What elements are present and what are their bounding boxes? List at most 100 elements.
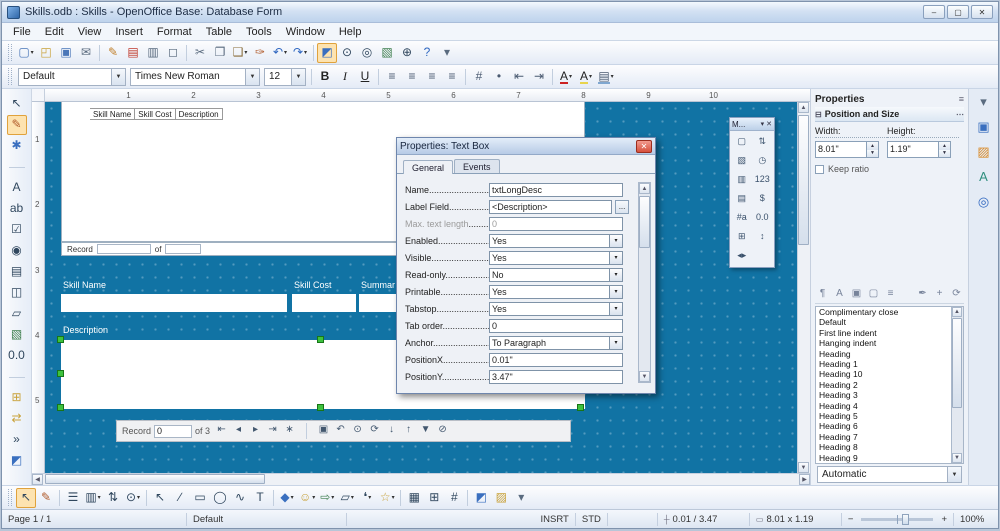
dropdown-arrow-icon[interactable]: ▾ [609,252,622,264]
decrease-indent-icon[interactable]: ⇤ ▾ [509,67,529,87]
dialog-tab[interactable]: Events [454,159,500,173]
redo-icon[interactable]: ↷ ▾ [290,43,310,63]
property-control[interactable]: <Description> ▾ [489,200,612,214]
skill-name-field[interactable] [61,294,287,312]
highlight-color-icon[interactable]: A ▾ [576,67,596,87]
snap-to-grid-icon[interactable]: ⊞ ▾ [424,488,444,508]
undo-data-icon[interactable]: ↶ ▾ [332,423,349,440]
style-list-item[interactable]: Heading [816,349,951,359]
toolbar-grip[interactable] [8,44,12,61]
resize-handle[interactable] [317,404,324,411]
record-number-input[interactable] [97,244,151,254]
collapse-icon[interactable]: ⊟ [815,110,822,119]
add-field-icon[interactable]: ▥ ▾ [83,488,103,508]
page-style-indicator[interactable]: Default [187,513,347,526]
property-control[interactable]: Yes ▾ [489,234,623,248]
ellipsis-button[interactable]: ... [615,200,629,214]
chevron-down-icon[interactable]: ▼ [245,69,259,85]
sort-descending-icon[interactable]: ↑ ▾ [400,423,417,440]
export-pdf-icon[interactable]: ▤ ▾ [123,43,143,63]
resize-handle[interactable] [577,404,584,411]
style-list-item[interactable]: Heading 6 [816,421,951,431]
menu-item[interactable]: Tools [239,25,279,39]
edit-file-icon[interactable]: ✎ ▾ [103,43,123,63]
character-styles-icon[interactable]: A [832,288,847,303]
format-paintbrush-icon[interactable]: ✑ ▾ [250,43,270,63]
scroll-up-icon[interactable]: ▲ [798,102,809,113]
file-selection-icon[interactable]: ▥ [732,171,752,189]
bold-icon[interactable]: B ▾ [315,67,335,87]
close-button[interactable]: ✕ [971,5,993,19]
table-header-cell[interactable]: Skill Name [90,108,135,120]
paragraph-styles-icon[interactable]: ¶ [815,288,830,303]
paragraph-style-combo[interactable]: Default ▼ [18,68,126,86]
find-replace-icon[interactable]: ⊙ ▾ [337,43,357,63]
callouts-icon[interactable]: ❛ ▾ [357,488,377,508]
style-list-item[interactable]: Hanging indent [816,338,951,348]
automatic-focus-icon[interactable]: ⊙ ▾ [123,488,143,508]
symbol-shapes-icon[interactable]: ☺ ▾ [297,488,317,508]
toolbar-options-icon[interactable]: ▾ ▾ [437,43,457,63]
zoom-slider[interactable] [861,518,933,521]
open-icon[interactable]: ◰ ▾ [36,43,56,63]
freeform-line-icon[interactable]: ∿ ▾ [230,488,250,508]
canvas-vertical-scrollbar[interactable]: ▲ ▼ [797,102,810,473]
menu-item[interactable]: Format [150,25,199,39]
keep-ratio-checkbox[interactable] [815,165,824,174]
styles-list-scrollbar[interactable]: ▲ ▼ [951,307,963,463]
zoom-percentage[interactable]: 100% [954,513,998,526]
fill-format-icon[interactable]: ✒ [915,288,930,303]
dialog-scrollbar[interactable]: ▲ ▼ [638,182,651,383]
property-control[interactable]: Yes ▾ [489,251,623,265]
help-icon[interactable]: ? ▾ [417,43,437,63]
italic-icon[interactable]: I ▾ [335,67,355,87]
record-number-input[interactable]: 0 [154,425,192,438]
chevron-down-icon[interactable]: ▼ [947,467,961,482]
date-field-icon[interactable]: ▤ [732,190,752,208]
refresh-icon[interactable]: ⟳ ▾ [366,423,383,440]
last-record-icon[interactable]: ⇥ ▾ [264,423,281,440]
justify-icon[interactable]: ≡ ▾ [442,67,462,87]
form-design-icon[interactable]: ◩ ▾ [471,488,491,508]
dropdown-arrow-icon[interactable]: ▾ [609,303,622,315]
table-header-cell[interactable]: Description [176,108,223,120]
property-control[interactable]: 0 ▾ [489,217,623,231]
resize-handle[interactable] [317,336,324,343]
font-color-icon[interactable]: A ▾ [556,67,576,87]
paste-icon[interactable]: ❑ ▾ [230,43,250,63]
menu-item[interactable]: Help [332,25,369,39]
scrollbar-icon[interactable]: ↕ [753,228,773,246]
sort-ascending-icon[interactable]: ↓ ▾ [383,423,400,440]
text-box-icon[interactable]: ab ▾ [7,199,27,219]
style-list-item[interactable]: Default [816,317,951,327]
combo-box-icon[interactable]: ◫ ▾ [7,283,27,303]
selection-mode-indicator[interactable]: STD [576,513,608,526]
scroll-left-icon[interactable]: ◀ [32,474,43,485]
panel-menu-icon[interactable]: ≡ [959,94,964,104]
new-record-icon[interactable]: ∗ ▾ [281,423,298,440]
group-box-icon[interactable]: ▢ [732,133,752,151]
zoom-icon[interactable]: ⊕ ▾ [397,43,417,63]
skill-cost-field[interactable] [292,294,356,312]
navigation-bar-icon[interactable]: ◂▸ [732,247,752,265]
more-controls-titlebar[interactable]: M... ▾ ✕ [730,118,774,131]
display-grid-icon[interactable]: ▦ ▾ [404,488,424,508]
design-mode-icon[interactable]: ◩ ▾ [317,43,337,63]
scroll-down-icon[interactable]: ▼ [952,453,962,463]
gallery-icon[interactable]: ▧ ▾ [377,43,397,63]
undo-icon[interactable]: ↶ ▾ [270,43,290,63]
save-icon[interactable]: ▣ ▾ [56,43,76,63]
resize-handle[interactable] [57,404,64,411]
scrollbar-thumb[interactable] [45,474,265,484]
height-input[interactable]: 1.19" ▲▼ [887,141,951,158]
deck-navigator-icon[interactable]: ◎ [973,192,994,213]
menu-item[interactable]: Window [279,25,332,39]
align-left-icon[interactable]: ≡ ▾ [382,67,402,87]
canvas-horizontal-scrollbar[interactable]: ◀ ▶ [32,473,810,485]
spin-down-icon[interactable]: ▼ [867,150,878,158]
scrollbar-thumb[interactable] [952,318,962,408]
cut-icon[interactable]: ✂ ▾ [190,43,210,63]
style-list-item[interactable]: Complimentary close [816,307,951,317]
style-list-item[interactable]: Heading 8 [816,442,951,452]
image-control-icon[interactable]: ▧ [732,152,752,170]
